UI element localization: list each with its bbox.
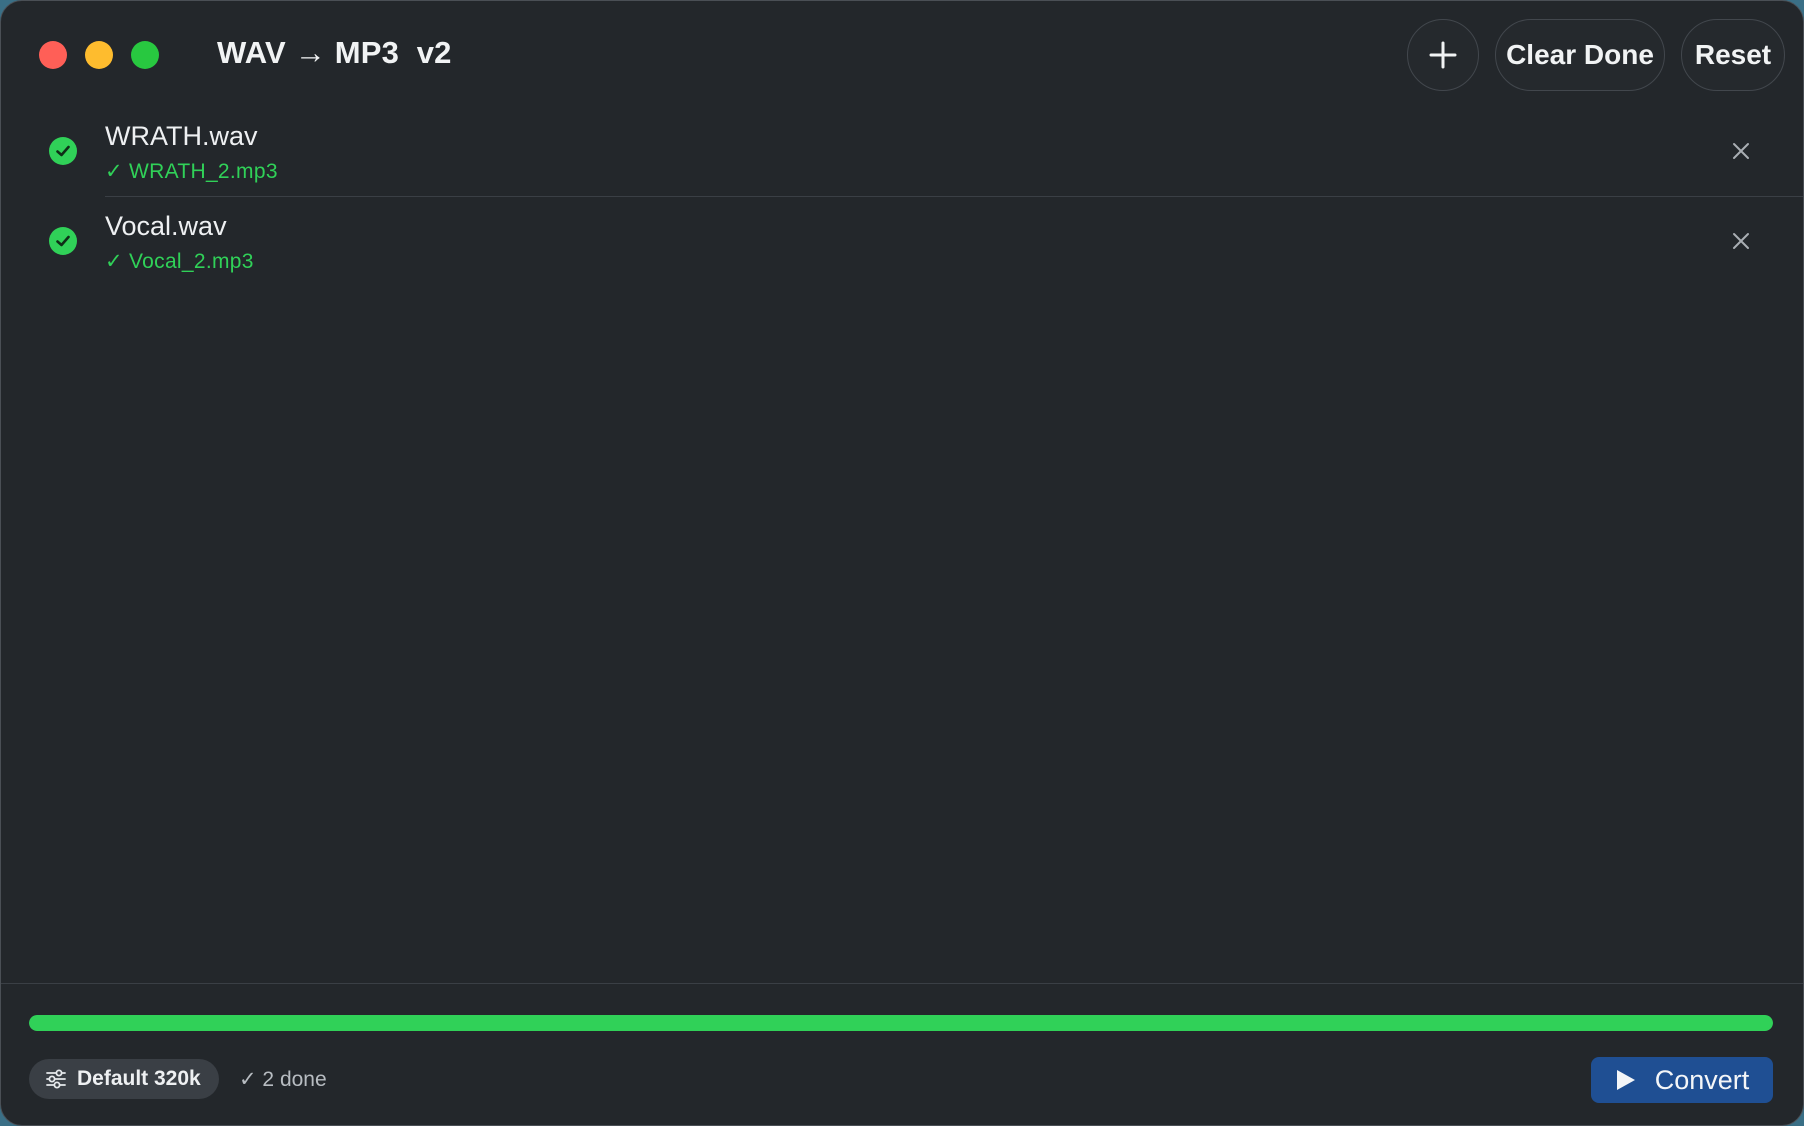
output-file-name: ✓ WRATH_2.mp3	[105, 160, 278, 183]
window-close-button[interactable]	[39, 41, 67, 69]
file-name: Vocal.wav	[105, 211, 227, 241]
checkmark-circle-icon	[49, 137, 77, 165]
add-files-button[interactable]	[1407, 19, 1479, 91]
remove-file-button[interactable]	[1727, 227, 1755, 255]
file-row: WRATH.wav ✓ WRATH_2.mp3	[1, 111, 1803, 201]
convert-button[interactable]: Convert	[1591, 1057, 1773, 1103]
title-bar: WAV → MP3 v2 Clear Done Reset	[1, 1, 1803, 109]
play-icon	[1616, 1070, 1635, 1090]
checkmark-circle-icon	[49, 227, 77, 255]
plus-icon	[1429, 41, 1457, 69]
reset-button[interactable]: Reset	[1681, 19, 1785, 91]
window-minimize-button[interactable]	[85, 41, 113, 69]
row-divider	[105, 196, 1803, 197]
preset-label: Default 320k	[77, 1067, 201, 1090]
remove-file-button[interactable]	[1727, 137, 1755, 165]
window-title: WAV → MP3 v2	[217, 35, 452, 70]
convert-label: Convert	[1654, 1064, 1750, 1095]
window-maximize-button[interactable]	[131, 41, 159, 69]
sliders-icon	[46, 1069, 66, 1089]
output-file-name: ✓ Vocal_2.mp3	[105, 250, 254, 273]
clear-done-button[interactable]: Clear Done	[1495, 19, 1665, 91]
close-icon	[1733, 233, 1749, 249]
file-name: WRATH.wav	[105, 121, 258, 151]
file-row: Vocal.wav ✓ Vocal_2.mp3	[1, 201, 1803, 291]
progress-fill	[29, 1015, 1773, 1031]
done-status: ✓ 2 done	[239, 1068, 327, 1091]
progress-bar	[29, 1015, 1773, 1031]
bitrate-preset-button[interactable]: Default 320k	[29, 1059, 219, 1099]
app-window: WAV → MP3 v2 Clear Done Reset WRATH.wav …	[0, 0, 1804, 1126]
close-icon	[1733, 143, 1749, 159]
footer-divider	[1, 983, 1803, 984]
